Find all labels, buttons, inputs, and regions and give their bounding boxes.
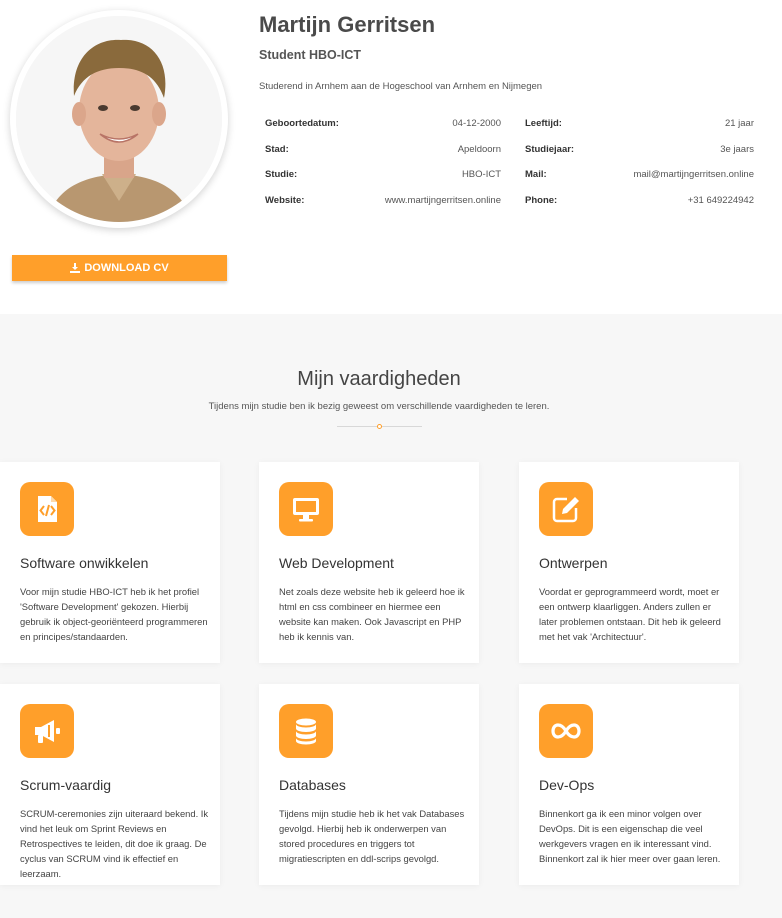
profile-name: Martijn Gerritsen (259, 12, 436, 37)
edit-icon (552, 497, 579, 523)
info-row-age: Leeftijd: 21 jaar (525, 118, 754, 144)
section-title: Mijn vaardigheden (297, 368, 461, 390)
skill-text: Voor mijn studie HBO-ICT heb ik het prof… (20, 586, 208, 642)
info-key: Studie: (265, 169, 298, 180)
download-icon (70, 263, 81, 273)
skill-card-design: Ontwerpen Voordat er geprogrammeerd word… (519, 462, 739, 663)
info-value: HBO-ICT (461, 169, 501, 180)
info-key: Leeftijd: (525, 118, 562, 129)
download-cv-button[interactable]: DOWNLOAD CV (12, 255, 227, 281)
profile-photo (16, 16, 222, 222)
skill-card-web: Web Development Net zoals deze website h… (259, 462, 479, 663)
skill-icon-box (20, 482, 74, 536)
skill-title: Software onwikkelen (20, 555, 149, 571)
info-row-phone: Phone: +31 649224942 (525, 195, 754, 221)
skill-card-scrum: Scrum-vaardig SCRUM-ceremonies zijn uite… (0, 684, 220, 885)
info-value: 3e jaars (720, 143, 754, 155)
info-row-website: Website: www.martijngerritsen.online (265, 195, 501, 221)
divider-dot (377, 424, 382, 429)
skill-icon-box (20, 704, 74, 758)
skill-text: Binnenkort ga ik een minor volgen over D… (539, 808, 721, 864)
info-value: 21 jaar (724, 118, 754, 129)
database-icon (296, 718, 316, 745)
skill-card-devops: Dev-Ops Binnenkort ga ik een minor volge… (519, 684, 739, 885)
info-value: Apeldoorn (457, 143, 501, 155)
megaphone-icon (35, 720, 60, 743)
skill-title: Web Development (279, 555, 394, 571)
avatar-frame (10, 10, 228, 228)
profile-intro: Studerend in Arnhem aan de Hogeschool va… (259, 81, 543, 92)
skill-title: Ontwerpen (539, 555, 608, 571)
skill-icon-box (539, 704, 593, 758)
skills-section: Mijn vaardigheden Tijdens mijn studie be… (0, 314, 782, 918)
info-row-city: Stad: Apeldoorn (265, 144, 501, 170)
info-row-birthdate: Geboortedatum: 04-12-2000 (265, 118, 501, 144)
skill-title: Dev-Ops (539, 777, 595, 793)
profile-role: Student HBO-ICT (259, 48, 362, 62)
info-row-study-year: Studiejaar: 3e jaars (525, 144, 754, 170)
section-divider (337, 424, 422, 429)
skill-icon-box (279, 482, 333, 536)
skill-card-databases: Databases Tijdens mijn studie heb ik het… (259, 684, 479, 885)
info-key: Website: (265, 194, 305, 206)
info-key: Stad: (265, 143, 289, 155)
mail-link[interactable]: mail@martijngerritsen.online (633, 169, 754, 180)
info-row-mail: Mail: mail@martijngerritsen.online (525, 169, 754, 195)
skill-card-software: Software onwikkelen Voor mijn studie HBO… (0, 462, 220, 663)
info-list-left: Geboortedatum: 04-12-2000 Stad: Apeldoor… (265, 118, 501, 220)
skill-text: Tijdens mijn studie heb ik het vak Datab… (279, 808, 465, 864)
profile-section: DOWNLOAD CV Martijn Gerritsen Student HB… (0, 0, 782, 314)
skill-text: SCRUM-ceremonies zijn uiteraard bekend. … (20, 808, 209, 879)
skill-title: Scrum-vaardig (20, 777, 112, 793)
desktop-icon (293, 498, 319, 522)
download-cv-label: DOWNLOAD CV (84, 262, 169, 274)
website-link[interactable]: www.martijngerritsen.online (385, 195, 501, 206)
avatar (16, 16, 222, 222)
info-list-right: Leeftijd: 21 jaar Studiejaar: 3e jaars M… (525, 118, 754, 220)
info-key: Geboortedatum: (265, 118, 339, 129)
skill-icon-box (279, 704, 333, 758)
skill-icon-box (539, 482, 593, 536)
section-subtitle: Tijdens mijn studie ben ik bezig geweest… (208, 401, 550, 412)
skill-text: Voordat er geprogrammeerd wordt, moet er… (539, 586, 721, 642)
info-row-study: Studie: HBO-ICT (265, 169, 501, 195)
skill-text: Net zoals deze website heb ik geleerd ho… (279, 586, 465, 642)
skill-title: Databases (279, 777, 346, 793)
code-file-icon (38, 496, 57, 522)
info-key: Mail: (525, 169, 547, 180)
info-value: 04-12-2000 (452, 118, 501, 129)
info-key: Studiejaar: (525, 143, 575, 155)
phone-link[interactable]: +31 649224942 (688, 195, 754, 206)
infinity-icon (551, 723, 581, 739)
info-key: Phone: (525, 194, 558, 206)
